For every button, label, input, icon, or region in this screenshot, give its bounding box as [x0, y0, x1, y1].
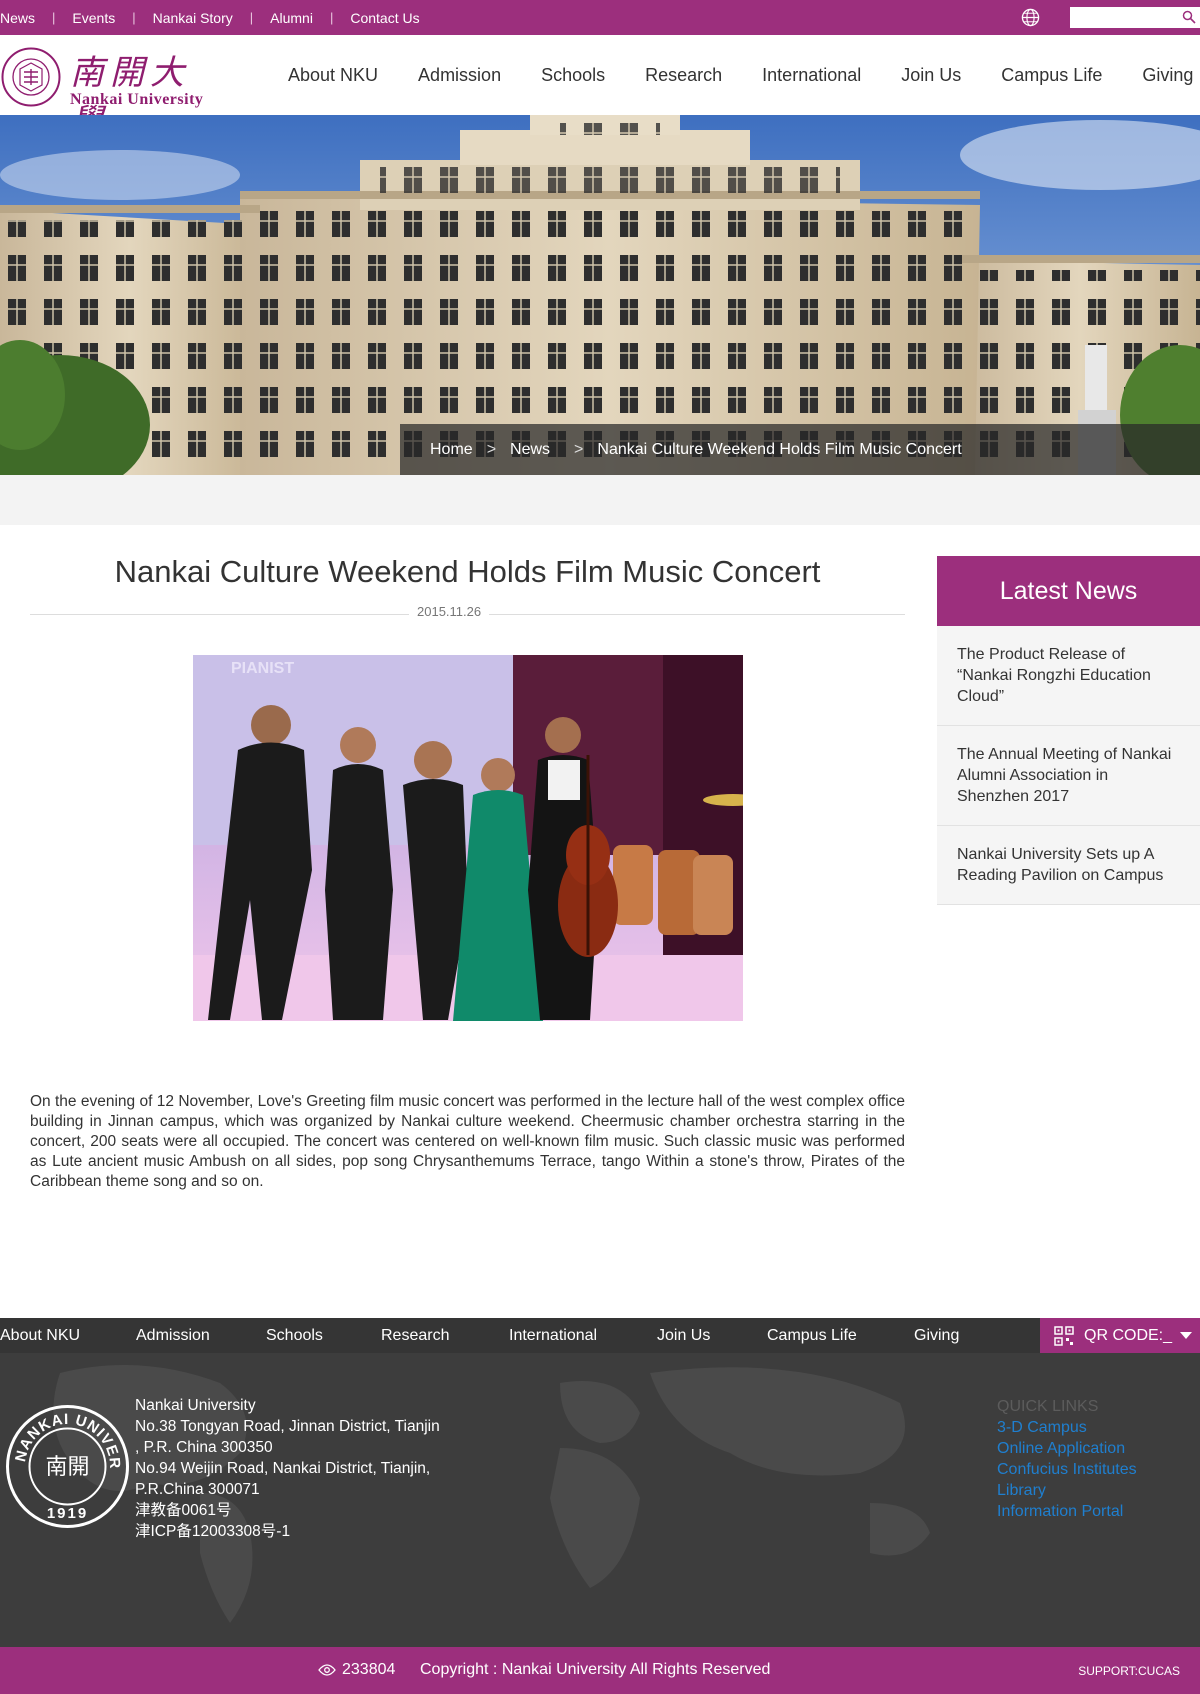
top-link-nankai-story[interactable]: Nankai Story [153, 10, 233, 26]
nav-research[interactable]: Research [645, 65, 722, 86]
top-link-contact-us[interactable]: Contact Us [350, 10, 419, 26]
top-links: News | Events | Nankai Story | Alumni | … [0, 0, 420, 35]
site-header: 南開大學 Nankai University About NKU Admissi… [0, 35, 1200, 142]
quick-links: QUICK LINKS 3-D Campus Online Applicatio… [997, 1396, 1137, 1522]
eye-icon [318, 1664, 336, 1676]
footer-nav-campus-life[interactable]: Campus Life [767, 1327, 857, 1345]
breadcrumb: Home > News > Nankai Culture Weekend Hol… [400, 424, 1200, 476]
address-line: 津ICP备12003308号-1 [135, 1523, 291, 1540]
nav-giving[interactable]: Giving [1142, 65, 1193, 86]
article-date-row: 2015.11.26 [30, 604, 905, 624]
qr-code-icon [1054, 1325, 1074, 1346]
chevron-down-icon [1180, 1332, 1192, 1339]
address-line: P.R.China 300071 [135, 1481, 260, 1498]
nav-join-us[interactable]: Join Us [901, 65, 961, 86]
nav-international[interactable]: International [762, 65, 861, 86]
breadcrumb-news[interactable]: News [510, 441, 550, 459]
campus-banner-image [0, 115, 1200, 475]
nav-campus-life[interactable]: Campus Life [1001, 65, 1102, 86]
footer-nav-schools[interactable]: Schools [266, 1327, 323, 1345]
footer-nav: About NKU Admission Schools Research Int… [0, 1318, 1200, 1353]
visit-counter: 233804 [342, 1661, 396, 1678]
top-link-alumni[interactable]: Alumni [270, 10, 313, 26]
quick-links-title: QUICK LINKS [997, 1398, 1099, 1415]
main-building-illustration [0, 115, 1200, 475]
copyright-text: Copyright : Nankai University All Rights… [420, 1661, 771, 1678]
support-text[interactable]: SUPPORT:CUCAS [1078, 1664, 1180, 1678]
footer-university-seal-icon: NANKAI UNIVERSITY 南開 1919 [5, 1404, 129, 1528]
latest-news-item[interactable]: Nankai University Sets up A Reading Pavi… [937, 826, 1200, 905]
footer-nav-international[interactable]: International [509, 1327, 597, 1345]
latest-news-item[interactable]: The Annual Meeting of Nankai Alumni Asso… [937, 726, 1200, 826]
quick-link-online-application[interactable]: Online Application [997, 1438, 1137, 1459]
address-line: , P.R. China 300350 [135, 1439, 273, 1456]
footer-nav-admission[interactable]: Admission [136, 1327, 210, 1345]
concert-photo-image: PIANIST [193, 655, 743, 1021]
latest-news-title: Latest News [937, 556, 1200, 626]
quick-link-3d-campus[interactable]: 3-D Campus [997, 1417, 1137, 1438]
copyright-bar: 233804 Copyright : Nankai University All… [0, 1647, 1200, 1694]
concert-photo: PIANIST [193, 655, 743, 1021]
latest-news-sidebar: Latest News The Product Release of “Nank… [937, 556, 1200, 905]
footer-main: NANKAI UNIVERSITY 南開 1919 Nankai Univers… [0, 1353, 1200, 1647]
address-line: 津教备0061号 [135, 1502, 232, 1519]
breadcrumb-separator: > [574, 441, 584, 458]
logo-english-name: Nankai University [70, 91, 204, 108]
quick-link-confucius-institutes[interactable]: Confucius Institutes [997, 1459, 1137, 1480]
search-icon[interactable] [1182, 10, 1196, 24]
footer-nav-giving[interactable]: Giving [914, 1327, 959, 1345]
university-seal-icon [1, 47, 61, 107]
top-link-events[interactable]: Events [72, 10, 115, 26]
qr-code-dropdown[interactable]: QR CODE:_ [1040, 1318, 1200, 1353]
address-line: No.94 Weijin Road, Nankai District, Tian… [135, 1460, 431, 1477]
top-link-separator: | [132, 10, 136, 25]
top-link-separator: | [329, 10, 334, 25]
address-line: Nankai University [135, 1397, 256, 1414]
main-nav: About NKU Admission Schools Research Int… [288, 35, 1200, 115]
breadcrumb-separator: > [486, 441, 497, 458]
qr-code-label: QR CODE:_ [1084, 1326, 1173, 1344]
nav-schools[interactable]: Schools [541, 65, 605, 86]
nav-about-nku[interactable]: About NKU [288, 65, 378, 86]
address-line: No.38 Tongyan Road, Jinnan District, Tia… [135, 1418, 440, 1435]
article-title: Nankai Culture Weekend Holds Film Music … [114, 554, 821, 589]
quick-link-information-portal[interactable]: Information Portal [997, 1501, 1137, 1522]
quick-link-library[interactable]: Library [997, 1480, 1137, 1501]
top-link-separator: | [52, 10, 56, 25]
breadcrumb-home[interactable]: Home [430, 441, 473, 459]
university-logo[interactable]: 南開大學 Nankai University [0, 39, 215, 142]
article-body: On the evening of 12 November, Love's Gr… [30, 1093, 905, 1190]
search-input[interactable] [1070, 7, 1178, 28]
globe-icon[interactable] [1021, 8, 1040, 27]
footer-nav-join-us[interactable]: Join Us [657, 1327, 710, 1345]
photo-screen-sign: PIANIST [231, 660, 294, 677]
footer-nav-about-nku[interactable]: About NKU [0, 1327, 80, 1345]
top-link-separator: | [249, 10, 254, 25]
top-bar: News | Events | Nankai Story | Alumni | … [0, 0, 1200, 35]
article-date: 2015.11.26 [409, 604, 490, 619]
top-link-news[interactable]: News [0, 10, 35, 26]
search-box [1070, 7, 1200, 28]
footer-nav-research[interactable]: Research [381, 1327, 449, 1345]
footer-address: Nankai University No.38 Tongyan Road, Ji… [135, 1395, 440, 1542]
breadcrumb-current: Nankai Culture Weekend Holds Film Music … [597, 441, 962, 458]
latest-news-item[interactable]: The Product Release of “Nankai Rongzhi E… [937, 626, 1200, 726]
banner-divider-strip [0, 475, 1200, 525]
nav-admission[interactable]: Admission [418, 65, 501, 86]
seal-year: 1919 [47, 1505, 88, 1522]
seal-center-text: 南開 [45, 1455, 89, 1480]
